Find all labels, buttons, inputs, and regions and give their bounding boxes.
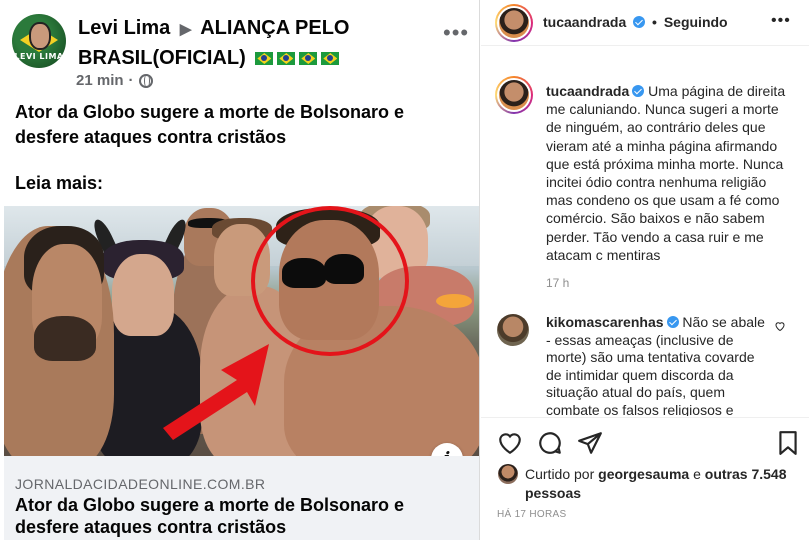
- brazil-flag-icon: [299, 52, 318, 65]
- brazil-flag-icon: [321, 52, 340, 65]
- post-timestamp[interactable]: 21 min: [76, 72, 124, 89]
- actions-divider: [481, 417, 809, 418]
- brazil-flag-icon: [255, 52, 274, 65]
- share-send-icon[interactable]: [577, 430, 603, 456]
- bookmark-icon[interactable]: [775, 430, 801, 456]
- header-username[interactable]: tucaandrada: [543, 14, 626, 30]
- post-meta: 21 min ·: [76, 72, 153, 89]
- avatar-face: [29, 22, 51, 50]
- likes-summary: Curtido por georgesauma e outras 7.548 p…: [525, 466, 787, 501]
- ig-header-user: tucaandrada • Seguindo: [543, 14, 728, 30]
- comment-bubble-icon[interactable]: [537, 430, 563, 456]
- ig-header: tucaandrada • Seguindo •••: [481, 0, 809, 46]
- more-options-icon[interactable]: •••: [443, 22, 469, 44]
- link-domain: JORNALDACIDADEONLINE.COM.BR: [15, 476, 266, 492]
- globe-icon: [138, 73, 153, 88]
- liker-username[interactable]: georgesauma: [598, 466, 689, 482]
- red-arrow-icon: [163, 344, 269, 440]
- post-text: Ator da Globo sugere a morte de Bolsonar…: [15, 102, 405, 147]
- comment: kikomascarenhas Não se abale - essas ame…: [546, 314, 771, 416]
- verified-badge-icon: [632, 85, 645, 97]
- read-more-text: Leia mais:: [15, 173, 104, 193]
- post-time: HÁ 17 HORAS: [497, 509, 567, 520]
- profile-avatar[interactable]: [495, 4, 533, 42]
- comment-username[interactable]: kikomascarenhas: [546, 314, 664, 330]
- link-title[interactable]: Ator da Globo sugere a morte de Bolsonar…: [15, 494, 470, 538]
- commenter-avatar[interactable]: [497, 314, 529, 346]
- verified-badge-icon: [666, 316, 679, 328]
- liker-avatar[interactable]: [498, 464, 518, 484]
- comment-like-heart-icon[interactable]: [774, 320, 786, 332]
- arrow-right-icon: ▶: [179, 21, 192, 38]
- verified-badge-icon: [633, 16, 646, 28]
- more-options-icon[interactable]: •••: [771, 12, 791, 30]
- follow-status[interactable]: Seguindo: [664, 14, 728, 30]
- facebook-post: LEVI LIMA Levi Lima ▶ ALIANÇA PELO BRASI…: [0, 0, 480, 540]
- caption-time: 17 h: [546, 276, 570, 290]
- caption: tucaandrada Uma página de direita me cal…: [546, 82, 791, 264]
- brazil-flag-icon: [277, 52, 296, 65]
- post-header: Levi Lima ▶ ALIANÇA PELO BRASIL(OFICIAL): [78, 14, 428, 73]
- instagram-panel: tucaandrada • Seguindo ••• tucaandrada U…: [481, 0, 809, 540]
- author-name[interactable]: Levi Lima: [78, 17, 170, 39]
- like-heart-icon[interactable]: [497, 430, 523, 456]
- caption-avatar[interactable]: [495, 76, 533, 114]
- avatar-tag: LEVI LIMA: [14, 52, 64, 61]
- post-photo[interactable]: [4, 206, 479, 456]
- group-avatar[interactable]: LEVI LIMA: [12, 14, 66, 68]
- red-highlight-circle: [251, 206, 409, 356]
- caption-text: Uma página de direita me caluniando. Nun…: [546, 83, 786, 263]
- caption-username[interactable]: tucaandrada: [546, 83, 629, 99]
